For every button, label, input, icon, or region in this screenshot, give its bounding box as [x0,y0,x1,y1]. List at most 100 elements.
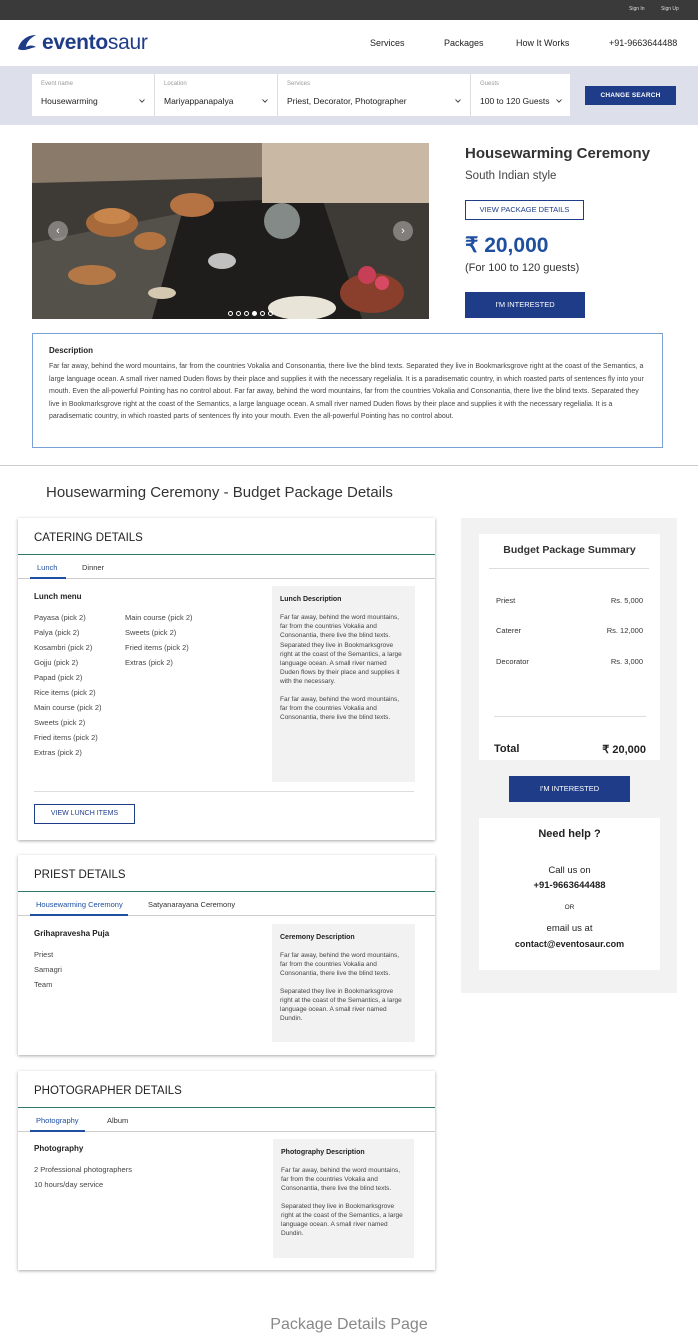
summary-value: Rs. 5,000 [610,596,643,605]
active-tab-indicator [30,914,128,916]
page-caption: Package Details Page [270,1316,428,1333]
nav-phone[interactable]: +91-9663644488 [609,38,677,48]
field-label: Location [164,81,187,87]
menu-item: Sweets (pick 2) [125,628,177,637]
summary-divider [489,568,649,569]
list-item: Team [34,980,53,989]
logo-mark-icon [18,35,36,51]
menu-item: Payasa (pick 2) [34,613,86,622]
nav-how-it-works[interactable]: How It Works [516,38,569,48]
carousel-dot[interactable] [260,311,265,316]
menu-item: Extras (pick 2) [125,658,173,667]
chevron-down-icon [556,99,562,103]
list-item: 10 hours/day service [34,1180,104,1189]
carousel-dots [228,311,273,316]
budget-summary-box: Budget Package Summary Priest Rs. 5,000 … [479,534,660,760]
location-select[interactable]: Location Mariyappanapalya [155,74,278,116]
list-item: Priest [34,950,54,959]
help-box: Need help ? Call us on +91-9663644488 OR… [479,818,660,970]
menu-item: Papad (pick 2) [34,673,83,682]
menu-item: Main course (pick 2) [125,613,193,622]
menu-item: Palya (pick 2) [34,628,80,637]
event-name-select[interactable]: Event name Housewarming [32,74,155,116]
tab-album[interactable]: Album [107,1116,128,1125]
chevron-down-icon [139,99,145,103]
sign-up-link[interactable]: Sign Up [661,6,679,12]
summary-label: Caterer [496,626,522,635]
tab-satyanarayana-ceremony[interactable]: Satyanarayana Ceremony [148,900,235,909]
box-text: Far far away, behind the word mountains,… [280,614,402,686]
help-phone[interactable]: +91-9663644488 [479,880,660,891]
logo-text: eventosaur [42,31,148,54]
summary-sidebar: Budget Package Summary Priest Rs. 5,000 … [461,518,677,993]
sign-in-link[interactable]: Sign In [629,6,645,12]
price-note: (For 100 to 120 guests) [465,262,580,274]
carousel-dot[interactable] [252,311,257,316]
tab-photography[interactable]: Photography [36,1116,79,1125]
carousel-dot[interactable] [228,311,233,316]
carousel-dot[interactable] [244,311,249,316]
photographer-card: PHOTOGRAPHER DETAILS Photography Album P… [18,1071,435,1270]
help-email[interactable]: contact@eventosaur.com [479,939,660,949]
field-label: Services [287,81,311,87]
interested-button[interactable]: I'M INTERESTED [465,292,585,318]
priest-card: PRIEST DETAILS Housewarming Ceremony Sat… [18,855,435,1055]
field-value: 100 to 120 Guests [480,96,550,106]
menu-item: Main course (pick 2) [34,703,102,712]
summary-value: Rs. 3,000 [610,657,643,666]
description-heading: Description [49,346,94,355]
section-divider [0,465,698,466]
top-bar: Sign In Sign Up [0,0,698,20]
description-panel: Description Far far away, behind the wor… [32,333,663,448]
package-subtitle: South Indian style [465,170,557,182]
chevron-left-icon[interactable]: ‹ [48,221,68,241]
menu-item: Extras (pick 2) [34,748,82,757]
guests-select[interactable]: Guests 100 to 120 Guests [471,74,570,116]
housewarming-photo [32,143,429,319]
list-item: 2 Professional photographers [34,1165,132,1174]
help-title: Need help ? [538,828,601,840]
field-value: Priest, Decorator, Photographer [287,96,407,106]
summary-total: Total ₹ 20,000 [494,743,646,756]
view-package-details-button[interactable]: VIEW PACKAGE DETAILS [465,200,584,220]
budget-package-title: Housewarming Ceremony - Budget Package D… [46,484,393,501]
priest-heading: PRIEST DETAILS [18,855,435,892]
box-text: Far far away, behind the word mountains,… [281,1167,401,1193]
package-image-carousel[interactable]: ‹ › [32,143,429,319]
box-text: Far far away, behind the word mountains,… [280,695,400,722]
services-select[interactable]: Services Priest, Decorator, Photographer [278,74,471,116]
menu-item: Gojju (pick 2) [34,658,79,667]
tab-dinner[interactable]: Dinner [82,563,104,572]
summary-row: Caterer Rs. 12,000 [496,626,643,635]
brand-logo[interactable]: eventosaur [16,31,148,55]
chevron-right-icon[interactable]: › [393,221,413,241]
summary-row: Priest Rs. 5,000 [496,596,643,605]
list-title: Grihapravesha Puja [34,929,110,938]
card-divider [34,791,414,792]
change-search-button[interactable]: CHANGE SEARCH [585,86,676,105]
summary-row: Decorator Rs. 3,000 [496,657,643,666]
field-value: Mariyappanapalya [164,96,234,106]
box-text: Separated they live in Bookmarksgrove ri… [280,987,402,1023]
field-label: Event name [41,81,74,87]
summary-label: Priest [496,596,516,605]
sidebar-interested-button[interactable]: I'M INTERESTED [509,776,630,802]
or-separator: OR [564,904,575,911]
menu-item: Kosambri (pick 2) [34,643,93,652]
priest-tabs: Housewarming Ceremony Satyanarayana Cere… [18,892,435,916]
carousel-dot[interactable] [268,311,273,316]
photographer-heading: PHOTOGRAPHER DETAILS [18,1071,435,1108]
tab-housewarming-ceremony[interactable]: Housewarming Ceremony [36,900,123,909]
carousel-dot[interactable] [236,311,241,316]
total-label: Total [494,743,520,755]
nav-packages[interactable]: Packages [444,38,484,48]
tab-lunch[interactable]: Lunch [37,563,57,572]
photography-description-box: Photography Description Far far away, be… [273,1139,414,1258]
catering-card: CATERING DETAILS Lunch Dinner Lunch menu… [18,518,435,840]
nav-services[interactable]: Services [370,38,405,48]
call-label: Call us on [548,865,591,876]
package-price: ₹ 20,000 [465,234,549,257]
view-lunch-items-button[interactable]: VIEW LUNCH ITEMS [34,804,135,824]
menu-title: Lunch menu [34,592,82,601]
menu-item: Fried items (pick 2) [34,733,98,742]
